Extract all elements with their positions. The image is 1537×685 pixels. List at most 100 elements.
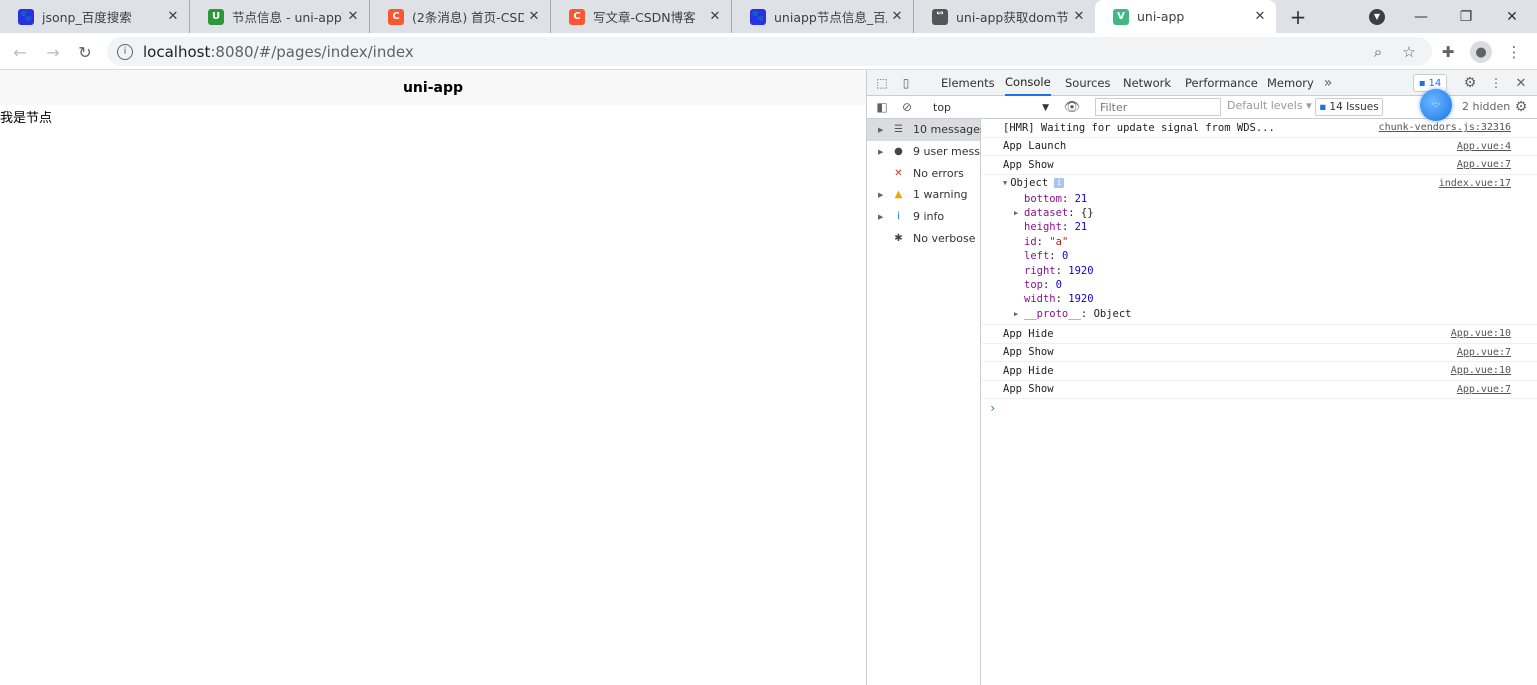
console-sidebar-item[interactable]: ✱ No verbose	[867, 227, 980, 249]
zoom-icon[interactable]: ⌕	[1368, 42, 1388, 62]
expand-triangle-icon[interactable]: ▶	[1014, 209, 1018, 217]
object-property: right: 1920	[1024, 264, 1094, 277]
prompt-chevron-icon: ›	[989, 401, 997, 416]
context-selector[interactable]: top ▼	[929, 99, 1053, 116]
devtools-tab-console[interactable]: Console	[1005, 70, 1051, 96]
live-expression-eye-icon[interactable]: 👁	[1063, 98, 1081, 116]
browser-tab[interactable]: C 写文章-CSDN博客 ✕	[551, 0, 732, 33]
console-settings-gear-icon[interactable]: ⚙	[1512, 98, 1530, 116]
property-value: 0	[1061, 250, 1069, 263]
console-prompt[interactable]: ›	[982, 399, 1537, 417]
issues-button[interactable]: ▪ 14 Issues	[1315, 98, 1383, 116]
sidebar-item-label: 10 messages	[913, 123, 981, 137]
browser-tab[interactable]: Vuni-app ✕	[1095, 0, 1276, 33]
console-sidebar-item[interactable]: ✕ No errors	[867, 162, 980, 184]
close-tab-icon[interactable]: ✕	[524, 9, 544, 24]
expand-arrow-icon[interactable]: ▶	[878, 213, 883, 221]
browser-menu-icon[interactable]: ⋮	[1503, 41, 1525, 63]
reload-button[interactable]: ↻	[74, 41, 96, 63]
source-link[interactable]: chunk-vendors.js:32316	[1379, 122, 1511, 133]
tab-title: uni-app	[1137, 9, 1185, 24]
device-toolbar-icon[interactable]: ▯	[897, 74, 915, 92]
devtools-tab-elements[interactable]: Elements	[941, 70, 995, 96]
expand-arrow-icon[interactable]: ▶	[878, 126, 883, 134]
address-url[interactable]: localhost:8080/#/pages/index/index	[143, 43, 414, 61]
baidu-paw-icon: 🐾	[750, 8, 766, 25]
close-window-button[interactable]: ✕	[1489, 0, 1535, 33]
object-property[interactable]: ▶ dataset: {}	[1003, 206, 1537, 220]
console-object-entry[interactable]: ▼ Object i index.vue:17 bottom: 21 ▶ dataset:…	[982, 175, 1537, 326]
sidebar-toggle-icon[interactable]: ◧	[873, 98, 891, 116]
list-icon: ☰	[894, 124, 903, 136]
expand-arrow-icon[interactable]: ▶	[878, 148, 883, 156]
object-property[interactable]: ▶ __proto__: Object	[1003, 307, 1537, 321]
back-button[interactable]: ←	[9, 41, 31, 63]
close-devtools-icon[interactable]: ✕	[1512, 74, 1530, 92]
settings-gear-icon[interactable]: ⚙	[1461, 74, 1479, 92]
console-sidebar-item[interactable]: ▶ ▲ 1 warning	[867, 184, 980, 206]
log-levels-dropdown[interactable]: Default levels ▾	[1227, 99, 1312, 112]
browser-tab[interactable]: 🐾 uniapp节点信息_百度 ✕	[732, 0, 914, 33]
vue-logo-icon: V	[1113, 8, 1129, 25]
message-icon: ▪	[1418, 77, 1426, 89]
devtools-tab-network[interactable]: Network	[1123, 70, 1171, 96]
close-tab-icon[interactable]: ✕	[343, 9, 363, 24]
message-text: App Hide	[1003, 327, 1054, 340]
console-filter-input[interactable]: Filter	[1095, 98, 1221, 116]
source-link[interactable]: App.vue:4	[1457, 141, 1511, 152]
site-logo-icon: ᔥ	[932, 8, 948, 25]
web-page-viewport: uni-app 我是节点	[0, 70, 866, 685]
site-info-icon[interactable]: i	[117, 43, 133, 60]
source-link[interactable]: App.vue:10	[1451, 328, 1511, 339]
devtools-tab-performance[interactable]: Performance	[1185, 70, 1258, 96]
close-tab-icon[interactable]: ✕	[1069, 9, 1089, 24]
browser-tab[interactable]: 🐾 jsonp_百度搜索 ✕	[0, 0, 190, 33]
minimize-button[interactable]: —	[1398, 0, 1444, 33]
close-tab-icon[interactable]: ✕	[705, 9, 725, 24]
new-tab-button[interactable]: +	[1276, 0, 1320, 33]
object-property: id: "a"	[1024, 235, 1069, 248]
forward-button[interactable]: →	[42, 41, 64, 63]
close-tab-icon[interactable]: ✕	[887, 9, 907, 24]
devtools-menu-icon[interactable]: ⋮	[1487, 74, 1505, 92]
devtools-tab-memory[interactable]: Memory	[1267, 70, 1314, 96]
devtools-tab-sources[interactable]: Sources	[1065, 70, 1111, 96]
browser-tab[interactable]: ᔥ uni-app获取dom节点 ✕	[914, 0, 1095, 33]
address-bar[interactable]: i localhost:8080/#/pages/index/index ⌕ ☆	[107, 37, 1432, 66]
close-tab-icon[interactable]: ✕	[163, 9, 183, 24]
restore-button[interactable]: ❐	[1443, 0, 1489, 33]
source-link[interactable]: App.vue:7	[1457, 384, 1511, 395]
property-key: __proto__	[1024, 307, 1081, 320]
tab-search-button[interactable]: ▼	[1354, 0, 1400, 33]
property-key: right	[1024, 264, 1056, 277]
bookmark-star-icon[interactable]: ☆	[1399, 42, 1419, 62]
console-sidebar-item[interactable]: ▶ ● 9 user mess…	[867, 141, 981, 163]
issues-button-label: 14 Issues	[1329, 101, 1379, 113]
property-key: width	[1024, 293, 1056, 306]
more-tabs-icon[interactable]: »	[1319, 74, 1337, 92]
close-tab-icon[interactable]: ✕	[1250, 9, 1270, 24]
extensions-icon[interactable]: ✚	[1437, 41, 1459, 63]
source-link[interactable]: App.vue:7	[1457, 347, 1511, 358]
browser-tab[interactable]: C (2条消息) 首页-CSDN ✕	[370, 0, 551, 33]
source-link[interactable]: App.vue:7	[1457, 159, 1511, 170]
console-sidebar-item[interactable]: ▶ i 9 info	[867, 206, 980, 228]
profile-button[interactable]: ●	[1470, 41, 1492, 63]
source-link[interactable]: App.vue:10	[1451, 365, 1511, 376]
message-text: App Show	[1003, 383, 1054, 396]
object-property: top: 0	[1024, 279, 1062, 292]
property-value: {}	[1080, 207, 1094, 220]
clear-console-icon[interactable]: ⊘	[898, 98, 916, 116]
console-sidebar-item[interactable]: ▶ ☰ 10 messages	[867, 119, 981, 141]
expand-arrow-icon[interactable]: ▶	[878, 191, 883, 199]
floating-assistive-ball[interactable]: ·:·	[1420, 89, 1452, 121]
sidebar-item-label: 9 user mess…	[913, 145, 981, 159]
browser-tab[interactable]: U 节点信息 - uni-app官 ✕	[190, 0, 370, 33]
expand-triangle-icon[interactable]: ▼	[1003, 179, 1007, 187]
inspect-element-icon[interactable]: ⬚	[873, 74, 891, 92]
property-value: 21	[1074, 192, 1088, 205]
source-link[interactable]: index.vue:17	[1439, 178, 1511, 189]
console-messages: [HMR] Waiting for update signal from WDS…	[982, 119, 1537, 685]
expand-triangle-icon[interactable]: ▶	[1014, 310, 1018, 318]
tab-title: uniapp节点信息_百度	[774, 10, 887, 25]
